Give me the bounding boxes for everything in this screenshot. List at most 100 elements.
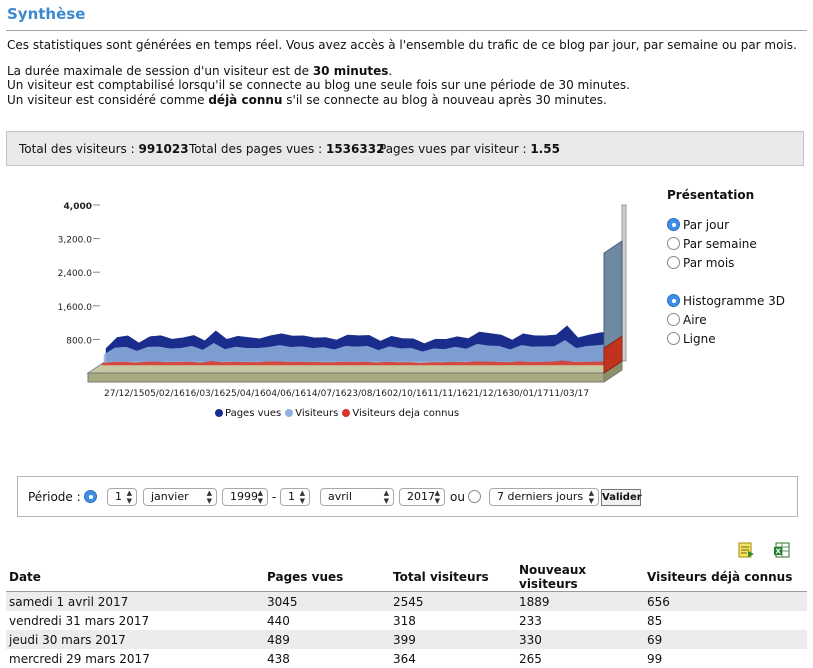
legend-label: Visiteurs deja connus: [352, 408, 460, 419]
title-divider: [6, 30, 807, 31]
table-row: vendredi 31 mars 2017 440 318 233 85: [6, 611, 807, 630]
table-cell: 330: [516, 630, 644, 649]
select-arrows-icon: ▲ ▼: [126, 489, 132, 505]
to-year-value: 2017: [407, 490, 435, 503]
from-month-value: janvier: [151, 490, 189, 503]
header-pages[interactable]: Pages vues: [264, 563, 390, 592]
from-month-select[interactable]: janvier ▲ ▼: [143, 488, 217, 506]
table-cell: 2545: [390, 591, 516, 611]
pres-chart-option[interactable]: Ligne: [667, 329, 785, 348]
period-label: Période :: [28, 490, 81, 504]
export-document-icon[interactable]: [737, 541, 755, 559]
total-visitors-label: Total des visiteurs :: [19, 142, 139, 156]
from-day-value: 1: [115, 490, 122, 503]
chart-floor-front: [87, 372, 605, 383]
select-arrows-icon: ▲ ▼: [383, 489, 389, 505]
preset-radio[interactable]: [468, 490, 484, 506]
total-pages-label: Total des pages vues :: [189, 142, 326, 156]
range-dash: -: [272, 490, 277, 504]
intro-text: Ces statistiques sont générées en temps …: [7, 38, 807, 107]
export-excel-icon[interactable]: X: [773, 541, 791, 559]
header-date[interactable]: Date: [6, 563, 264, 592]
table-cell: 438: [267, 651, 290, 666]
preset-select[interactable]: 7 derniers jours ▲ ▼: [489, 488, 599, 506]
totals-bar: Total des visiteurs : 991023 Total des p…: [6, 131, 804, 166]
from-year-value: 1999: [230, 490, 258, 503]
daily-stats-table: Date Pages vues Total visiteurs Nouveaux…: [6, 563, 807, 668]
pres-chart-option-label: Ligne: [683, 331, 716, 346]
total-pages: Total des pages vues : 1536332: [189, 132, 384, 167]
to-month-value: avril: [328, 490, 352, 503]
legend-entry: Visiteurs deja connus: [342, 408, 459, 419]
table-cell: mercredi 29 mars 2017: [9, 651, 150, 666]
table-cell: vendredi 31 mars 2017: [9, 613, 150, 628]
intro-line-1: Ces statistiques sont générées en temps …: [7, 38, 797, 52]
pres-period-option[interactable]: Par mois: [667, 253, 785, 272]
pres-period-option-label: Par jour: [683, 217, 730, 232]
intro-line-4: Un visiteur est considéré comme déjà con…: [7, 93, 807, 108]
table-header-row: Date Pages vues Total visiteurs Nouveaux…: [6, 563, 807, 592]
table-cell: 69: [644, 630, 807, 649]
pres-chart-option[interactable]: Histogramme 3D: [667, 291, 785, 310]
period-form: Période : 1 ▲ ▼ janvier ▲ ▼ 1999 ▲ ▼ - 1 ▲ ▼ avr…: [17, 476, 798, 517]
pres-period-option[interactable]: Par semaine: [667, 234, 785, 253]
pres-period-radio[interactable]: [667, 237, 680, 250]
pres-chart-radio[interactable]: [667, 332, 680, 345]
from-year-select[interactable]: 1999 ▲ ▼: [222, 488, 268, 506]
pages-per-visitor-value: 1.55: [530, 142, 560, 156]
pres-chart-radio[interactable]: [667, 313, 680, 326]
pages-per-visitor: Pages vues par visiteur : 1.55: [379, 132, 560, 167]
pres-period-radio[interactable]: [667, 218, 680, 231]
pres-chart-radio[interactable]: [667, 294, 680, 307]
pres-period-option-label: Par semaine: [683, 236, 757, 251]
legend-entry: Pages vues: [215, 408, 281, 419]
table-cell: jeudi 30 mars 2017: [6, 630, 264, 649]
to-year-select[interactable]: 2017 ▲ ▼: [399, 488, 445, 506]
traffic-chart: 4,000 3,200.0 2,400.0 1,600.0 800.0 27/12/150…: [58, 202, 627, 399]
select-arrows-icon: ▲ ▼: [434, 489, 440, 505]
pres-chart-option-label: Aire: [683, 312, 707, 327]
x-tick-labels: 27/12/1505/02/1616/03/1625/04/1604/06/16…: [104, 389, 589, 399]
chart-back-wall: [621, 204, 627, 362]
to-day-value: 1: [288, 490, 295, 503]
table-cell: 364: [393, 651, 416, 666]
total-visitors: Total des visiteurs : 991023: [19, 132, 189, 167]
y-tick-label: 3,200.0: [58, 236, 93, 246]
legend-dot-icon: [215, 409, 223, 417]
legend-dot-icon: [285, 409, 294, 417]
intro-line-2-prefix: La durée maximale de session d'un visite…: [7, 63, 313, 78]
pres-period-option[interactable]: Par jour: [667, 215, 785, 234]
intro-line-2-suffix: .: [388, 63, 393, 78]
table-cell: 3045: [264, 591, 390, 611]
session-duration: 30 minutes: [312, 63, 389, 78]
total-visitors-value: 991023: [138, 142, 189, 156]
series-area-2: [103, 273, 621, 364]
table-cell: 99: [647, 651, 663, 666]
table-cell: 265: [519, 651, 542, 666]
series-area-1: [105, 250, 623, 362]
table-cell: 1889: [516, 591, 644, 611]
preset-value: 7 derniers jours: [497, 490, 584, 503]
pres-period-option-label: Par mois: [683, 255, 735, 270]
pres-period-radio[interactable]: [667, 256, 680, 269]
pres-chart-option[interactable]: Aire: [667, 310, 785, 329]
or-label: ou: [450, 490, 465, 504]
presentation-title: Présentation: [667, 188, 755, 202]
select-arrows-icon: ▲ ▼: [588, 489, 594, 505]
header-new-visitors[interactable]: Nouveaux visiteurs: [516, 563, 644, 592]
from-day-select[interactable]: 1 ▲ ▼: [107, 488, 137, 506]
y-tick-label: 4,000: [64, 202, 92, 212]
header-known-visitors[interactable]: Visiteurs déjà connus: [644, 563, 807, 592]
chart-legend: Pages vues Visiteurs Visiteurs deja connus: [215, 408, 463, 419]
select-arrows-icon: ▲ ▼: [299, 489, 305, 505]
to-month-select[interactable]: avril ▲ ▼: [320, 488, 394, 506]
export-icons: X: [737, 541, 791, 559]
to-day-select[interactable]: 1 ▲ ▼: [280, 488, 310, 506]
intro-line-4-suffix: s'il se connecte au blog à nouveau après…: [282, 92, 607, 107]
select-arrows-icon: ▲ ▼: [206, 489, 212, 505]
header-total-visitors[interactable]: Total visiteurs: [390, 563, 516, 592]
table-row: mercredi 29 mars 2017 438 364 265 99: [6, 649, 807, 668]
period-range-radio[interactable]: [84, 490, 100, 506]
validate-button[interactable]: Valider: [601, 489, 642, 506]
presentation-panel: Présentation Par jour Par semaine Par mois…: [667, 188, 785, 348]
